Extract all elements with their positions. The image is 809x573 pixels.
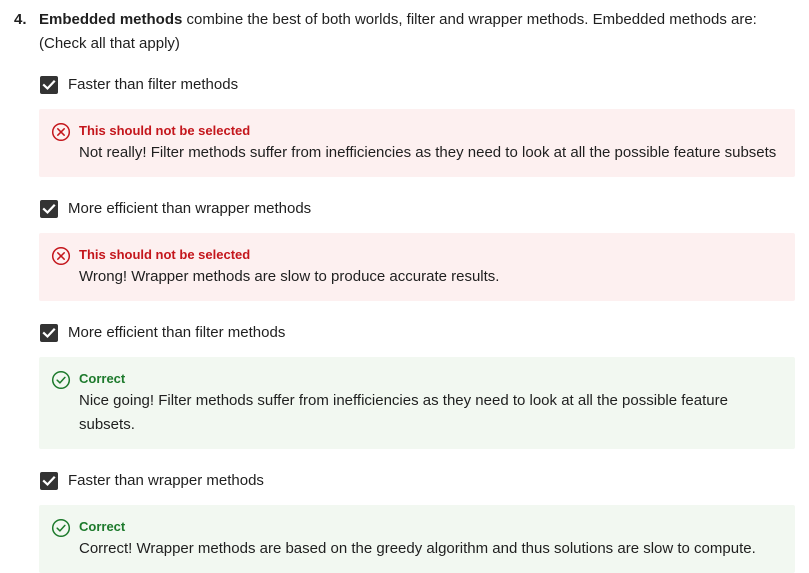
checkmark-icon (42, 79, 56, 91)
feedback-text: Not really! Filter methods suffer from i… (79, 144, 777, 161)
feedback-title: This should not be selected (79, 123, 251, 138)
question-text: Embedded methods combine the best of bot… (39, 8, 784, 56)
feedback-title: This should not be selected (79, 247, 251, 262)
x-circle-icon (51, 122, 71, 142)
checkbox-checked[interactable] (40, 472, 58, 490)
option-faster-than-filter[interactable]: Faster than filter methods (39, 73, 799, 97)
option-more-efficient-than-wrapper[interactable]: More efficient than wrapper methods (39, 197, 799, 221)
option-label: Faster than wrapper methods (68, 472, 264, 489)
feedback-incorrect: This should not be selected Wrong! Wrapp… (39, 233, 795, 301)
option-label: More efficient than wrapper methods (68, 200, 312, 217)
feedback-text: Nice going! Filter methods suffer from i… (79, 392, 728, 433)
question-block: 4. Embedded methods combine the best of … (14, 8, 799, 573)
option-label: More efficient than filter methods (68, 324, 286, 341)
feedback-text: Wrong! Wrapper methods are slow to produ… (79, 268, 500, 285)
option-label: Faster than filter methods (68, 76, 239, 93)
feedback-incorrect: This should not be selected Not really! … (39, 109, 795, 177)
checkbox-checked[interactable] (40, 200, 58, 218)
feedback-title: Correct (79, 519, 126, 534)
option-block: More efficient than wrapper methods This… (39, 197, 799, 301)
option-faster-than-wrapper[interactable]: Faster than wrapper methods (39, 469, 799, 493)
checkbox-checked[interactable] (40, 76, 58, 94)
question-number: 4. (14, 11, 27, 28)
option-block: More efficient than filter methods Corre… (39, 321, 799, 449)
feedback-title: Correct (79, 371, 126, 386)
feedback-correct: Correct Nice going! Filter methods suffe… (39, 357, 795, 449)
options-list: Faster than filter methods This should n… (39, 73, 799, 573)
check-circle-icon (51, 518, 71, 538)
option-block: Faster than wrapper methods Correct Corr… (39, 469, 799, 573)
option-block: Faster than filter methods This should n… (39, 73, 799, 177)
checkmark-icon (42, 475, 56, 487)
x-circle-icon (51, 246, 71, 266)
feedback-correct: Correct Correct! Wrapper methods are bas… (39, 505, 795, 573)
option-more-efficient-than-filter[interactable]: More efficient than filter methods (39, 321, 799, 345)
check-circle-icon (51, 370, 71, 390)
question-bold-lead: Embedded methods (39, 11, 183, 28)
question-header: 4. Embedded methods combine the best of … (14, 8, 799, 56)
checkbox-checked[interactable] (40, 324, 58, 342)
feedback-text: Correct! Wrapper methods are based on th… (79, 540, 756, 557)
checkmark-icon (42, 327, 56, 339)
checkmark-icon (42, 203, 56, 215)
